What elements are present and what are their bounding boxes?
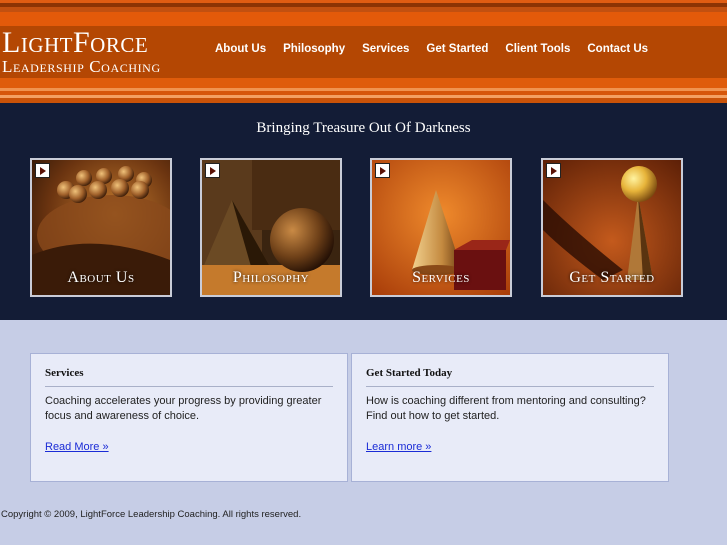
panel-heading: Get Started Today (366, 367, 654, 387)
tile-label: Get Started (569, 269, 655, 286)
play-icon (35, 163, 50, 178)
nav-client-tools[interactable]: Client Tools (505, 43, 570, 55)
panel-services: Services Coaching accelerates your progr… (30, 353, 348, 482)
tile-services[interactable]: Services (370, 158, 512, 297)
panel-get-started: Get Started Today How is coaching differ… (351, 353, 669, 482)
tile-about-us[interactable]: About Us (30, 158, 172, 297)
read-more-link[interactable]: Read More » (45, 441, 109, 453)
footer-copyright: Copyright © 2009, LightForce Leadership … (1, 509, 302, 520)
play-icon (205, 163, 220, 178)
play-icon (375, 163, 390, 178)
main-nav: About Us Philosophy Services Get Started… (215, 43, 665, 55)
site-header: LightForce Leadership Coaching About Us … (0, 0, 727, 103)
tile-label: Services (412, 269, 470, 286)
header-stripe (0, 12, 727, 26)
panel-text: How is coaching different from mentoring… (366, 395, 646, 422)
play-icon (546, 163, 561, 178)
nav-philosophy[interactable]: Philosophy (283, 43, 345, 55)
panel-text: Coaching accelerates your progress by pr… (45, 395, 322, 422)
tile-philosophy[interactable]: Philosophy (200, 158, 342, 297)
logo-line2: Leadership Coaching (2, 57, 161, 76)
header-stripe (0, 78, 727, 88)
tile-get-started[interactable]: Get Started (541, 158, 683, 297)
nav-services[interactable]: Services (362, 43, 409, 55)
panel-heading: Services (45, 367, 333, 387)
tile-label: Philosophy (232, 269, 310, 286)
hero-banner: Bringing Treasure Out Of Darkness About … (0, 103, 727, 320)
nav-get-started[interactable]: Get Started (426, 43, 488, 55)
tagline: Bringing Treasure Out Of Darkness (256, 120, 471, 136)
nav-about-us[interactable]: About Us (215, 43, 266, 55)
tile-label: About Us (67, 269, 135, 286)
logo-line1: LightForce (2, 26, 149, 59)
nav-contact-us[interactable]: Contact Us (587, 43, 648, 55)
site-logo[interactable]: LightForce Leadership Coaching (2, 28, 161, 76)
learn-more-link[interactable]: Learn more » (366, 441, 431, 453)
